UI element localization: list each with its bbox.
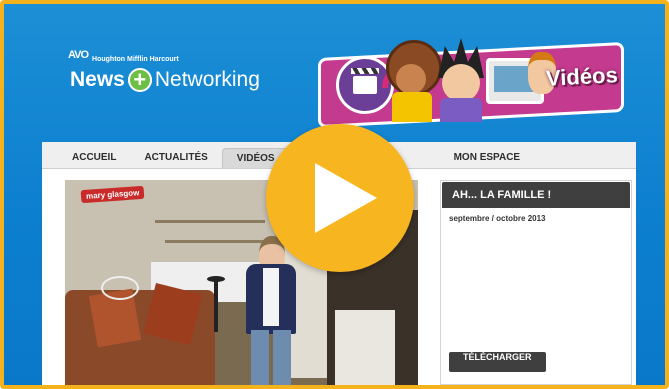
video-basket xyxy=(101,276,139,300)
videos-banner: Vidéos xyxy=(318,34,624,129)
video-person-legs xyxy=(251,330,291,385)
video-shelf xyxy=(155,220,265,223)
video-table xyxy=(335,310,395,385)
play-button[interactable] xyxy=(266,124,414,272)
character-girl-face xyxy=(396,64,426,94)
page-frame: AVO Houghton Mifflin Harcourt News + Net… xyxy=(0,0,669,389)
publisher-logo: AVO Houghton Mifflin Harcourt xyxy=(68,46,179,64)
banner-title: Vidéos xyxy=(545,62,619,91)
video-title: AH... LA FAMILLE ! xyxy=(442,182,630,208)
plus-icon: + xyxy=(127,68,152,92)
brand-news: News xyxy=(70,68,125,91)
publisher-name: Houghton Mifflin Harcourt xyxy=(92,56,179,63)
video-info-panel: AH... LA FAMILLE ! septembre / octobre 2… xyxy=(440,180,632,385)
download-button[interactable]: TÉLÉCHARGER xyxy=(449,352,546,372)
video-person-shirt xyxy=(263,268,279,326)
video-shelf xyxy=(165,240,265,243)
character-boy-body xyxy=(440,98,482,122)
video-stool xyxy=(203,276,229,336)
issue-date: septembre / octobre 2013 xyxy=(449,214,546,223)
character-boy-face xyxy=(442,64,480,102)
publisher-mark: AVO xyxy=(68,48,89,61)
tab-accueil[interactable]: ACCUEIL xyxy=(58,148,130,168)
tab-actualites[interactable]: ACTUALITÉS xyxy=(130,148,221,168)
character-girl-body xyxy=(392,92,432,122)
brand-networking: Networking xyxy=(154,68,260,91)
brand-logo[interactable]: News + Networking xyxy=(70,68,260,92)
play-icon xyxy=(315,163,377,233)
tab-mon-espace[interactable]: MON ESPACE xyxy=(440,148,535,168)
